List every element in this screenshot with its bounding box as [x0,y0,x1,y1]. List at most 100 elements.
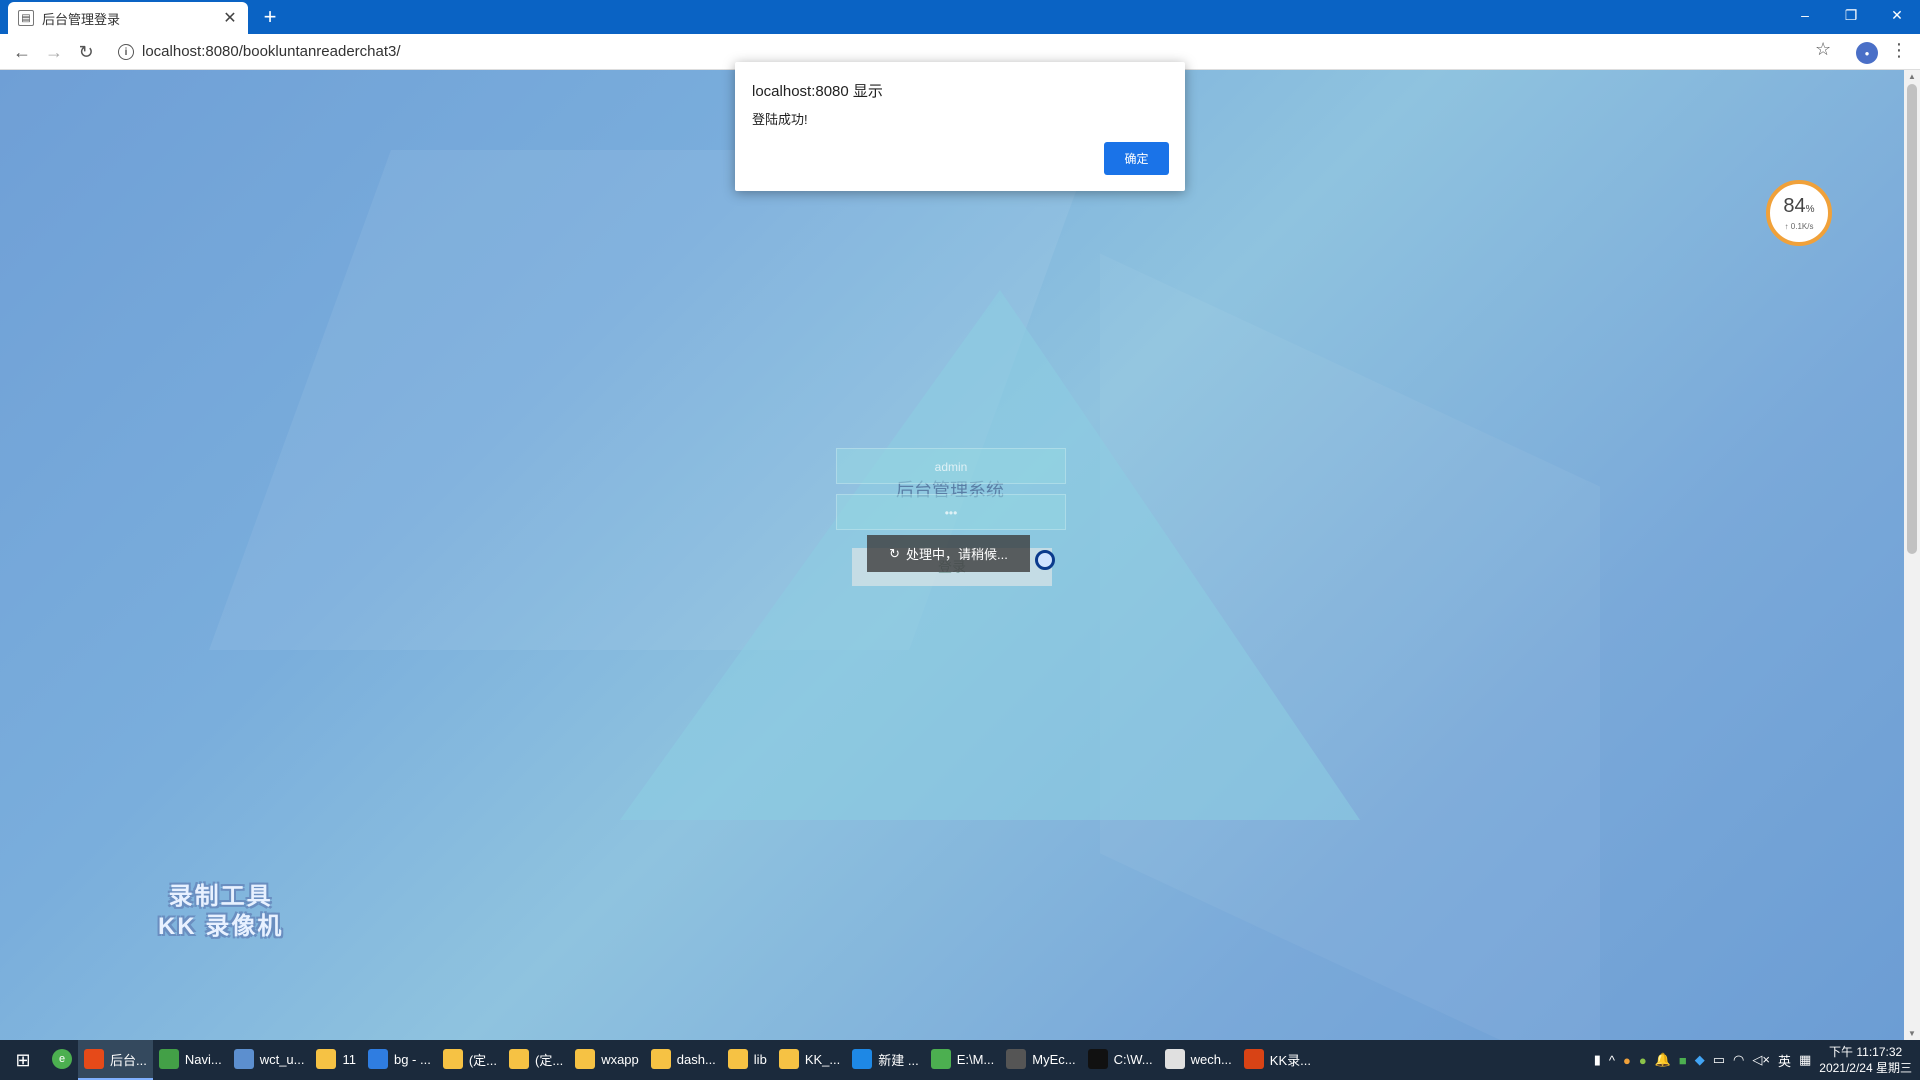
watermark-line1: 录制工具 [168,883,273,910]
chrome-icon [84,1049,104,1069]
taskbar-item[interactable]: 11 [310,1040,362,1080]
wechat-icon [1164,1049,1185,1069]
minimize-button[interactable]: – [1782,0,1828,30]
loading-text: 处理中，请稍候... [906,547,1008,562]
folder-icon [727,1049,748,1069]
site-info-icon[interactable]: i [118,44,134,60]
taskbar-item-label: MyEc... [1032,1051,1076,1067]
tab-close-icon[interactable]: ✕ [222,8,238,28]
taskbar-item-label: bg - ... [393,1051,431,1067]
scroll-down-icon[interactable]: ▼ [1908,1029,1916,1038]
myeclipse-icon [1006,1049,1027,1069]
tab-title: 后台管理登录 [42,11,121,27]
taskbar-item-label: Navi... [184,1051,222,1067]
tray-app-icon[interactable]: ● [1639,1053,1647,1068]
browser-tab-bar: ▤ 后台管理登录 ✕ + – ❐ ✕ [0,0,1920,34]
dialog-ok-button[interactable]: 确定 [1104,142,1169,175]
taskbar-item[interactable]: wxapp [569,1040,645,1080]
taskbar-app-360[interactable]: e [46,1040,78,1080]
taskbar-item-label: 新建 ... [878,1052,919,1068]
tray-app-icon[interactable]: ● [1623,1053,1631,1068]
restore-button[interactable]: ❐ [1828,0,1874,30]
windows-start-icon[interactable]: ⊞ [0,1040,46,1080]
tray-app-icon[interactable]: ■ [1679,1053,1687,1068]
taskbar-item[interactable]: (定... [503,1040,569,1080]
scroll-up-icon[interactable]: ▲ [1908,72,1916,81]
taskbar-item-label: wech... [1190,1051,1232,1067]
notification-bell-icon[interactable]: 🔔 [1655,1052,1671,1068]
profile-avatar[interactable]: ● [1856,42,1878,64]
dialog-message: 登陆成功! [752,112,808,127]
taskbar-item[interactable]: bg - ... [362,1040,437,1080]
network-speed-widget[interactable]: 84% ↑ 0.1K/s [1766,180,1832,246]
taskbar-item-label: (定... [535,1052,564,1068]
dialog-title: localhost:8080 显示 [752,83,883,100]
taskbar-item[interactable]: (定... [437,1040,503,1080]
browser-tab-active[interactable]: ▤ 后台管理登录 ✕ [8,2,248,34]
taskbar-item[interactable]: KK_... [773,1040,846,1080]
tray-app-icon[interactable]: ◆ [1695,1052,1705,1068]
taskbar-item[interactable]: wct_u... [228,1040,311,1080]
bookmark-star-icon[interactable]: ☆ [1815,39,1831,60]
back-arrow-icon[interactable]: ← [10,40,34,64]
taskbar-item[interactable]: wech... [1159,1040,1238,1080]
username-input[interactable]: admin [836,448,1066,484]
tray-expand-icon[interactable]: ^ [1609,1053,1615,1068]
browser-menu-icon[interactable]: ⋮ [1890,40,1908,61]
folder-icon [575,1049,596,1069]
taskbar-item-label: dash... [676,1051,716,1067]
taskbar-item-label: (定... [468,1052,498,1068]
upload-rate: ↑ 0.1K/s [1784,221,1814,231]
taskbar-items: 后台... Navi... wct_u... 11 bg - ... (定... (定...… [78,1040,1317,1080]
speed-percent: 84% [1783,194,1815,217]
taskbar-item-label: KK_... [804,1051,841,1067]
taskbar-item[interactable]: dash... [645,1040,722,1080]
input-language[interactable]: 英 [1778,1051,1791,1070]
folder-icon [442,1049,463,1069]
taskbar-item[interactable]: 后台... [78,1040,153,1080]
taskbar-item-label: 后台... [110,1052,147,1068]
close-window-button[interactable]: ✕ [1874,0,1920,30]
kk-icon [1243,1049,1264,1069]
taskbar-item[interactable]: KK录... [1238,1040,1317,1080]
page-favicon-icon: ▤ [18,10,34,26]
wifi-icon[interactable]: ◠ [1733,1052,1744,1068]
page-content: 后台管理系统 admin ••• 登录 ↻ 处理中，请稍候... 84% ↑ 0… [0,70,1904,1040]
taskbar-item-label: 11 [342,1051,356,1067]
loading-toast: ↻ 处理中，请稍候... [867,535,1030,572]
page-scrollbar[interactable]: ▲ ▼ [1904,70,1920,1040]
volume-mute-icon[interactable]: ◁× [1752,1052,1770,1068]
vscode-icon [852,1049,873,1069]
password-input[interactable]: ••• [836,494,1066,530]
windows-taskbar: ⊞ e 后台... Navi... wct_u... 11 bg - ... (定... (… [0,1040,1920,1080]
taskbar-item[interactable]: Navi... [153,1040,228,1080]
url-field[interactable]: localhost:8080/bookluntanreaderchat3/ [142,43,401,60]
taskbar-clock[interactable]: 下午 11:17:32 2021/2/24 星期三 [1819,1044,1912,1076]
system-tray: ▮ ^ ● ● 🔔 ■ ◆ ▭ ◠ ◁× 英 ▦ 下午 11:17:32 202… [1594,1040,1920,1080]
battery-icon[interactable]: ▮ [1594,1052,1601,1068]
folder-icon [316,1049,337,1069]
taskbar-item-label: KK录... [1269,1052,1311,1068]
cmd-icon [1087,1049,1108,1069]
display-icon[interactable]: ▭ [1713,1052,1725,1068]
taskbar-item[interactable]: E:\M... [925,1040,1001,1080]
taskbar-item[interactable]: MyEc... [1000,1040,1081,1080]
new-tab-button[interactable]: + [258,5,282,29]
app-icon [233,1049,254,1069]
clock-time: 下午 11:17:32 [1829,1045,1903,1059]
forward-arrow-icon[interactable]: → [42,40,66,64]
taskbar-item[interactable]: 新建 ... [846,1040,924,1080]
ime-icon[interactable]: ▦ [1799,1052,1811,1068]
scrollbar-thumb[interactable] [1907,84,1917,554]
taskbar-item[interactable]: C:\W... [1082,1040,1159,1080]
notepad-icon [930,1049,951,1069]
folder-icon [509,1049,530,1069]
reload-icon[interactable]: ↻ [74,40,98,64]
spinner-icon: ↻ [889,545,901,561]
taskbar-item-label: wct_u... [259,1051,305,1067]
folder-icon [778,1049,799,1069]
taskbar-item[interactable]: lib [722,1040,773,1080]
recorder-watermark: 录制工具 KK 录像机 [158,882,283,942]
watermark-line2: KK 录像机 [158,913,284,940]
taskbar-item-label: lib [753,1051,767,1067]
